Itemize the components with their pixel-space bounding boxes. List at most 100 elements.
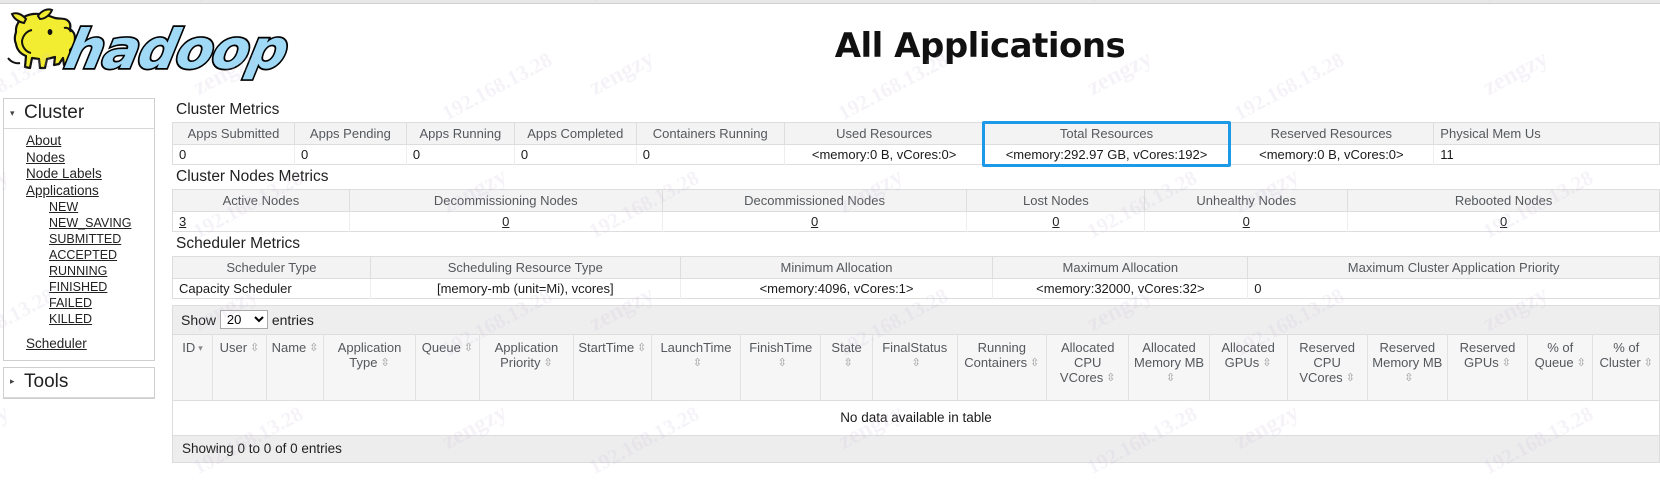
svg-text:hadoop: hadoop (60, 18, 294, 81)
scheduler-metrics-title: Scheduler Metrics (176, 235, 301, 252)
val-rebooted-nodes[interactable]: 0 (1500, 214, 1507, 229)
apps-col-application-type[interactable]: Application Type ⇳ (323, 334, 416, 401)
col-rebooted-nodes: Rebooted Nodes (1347, 189, 1660, 212)
val-lost-nodes-cell: 0 (966, 211, 1146, 232)
col-decommissioned-nodes: Decommissioned Nodes (662, 189, 968, 212)
chevron-right-icon: ▸ (10, 376, 15, 386)
cluster-nodes-header-row: Active Nodes Decommissioning Nodes Decom… (172, 189, 1660, 212)
col-reserved-resources: Reserved Resources (1228, 122, 1435, 145)
sort-both-icon: ⇳ (1501, 357, 1511, 369)
applications-table-header-row: ID ▾ User ⇳ Name ⇳ Application Type ⇳ Queue ⇳ Appl… (172, 334, 1660, 401)
sort-both-icon: ⇳ (1106, 372, 1116, 384)
cluster-metrics-header-row: Apps Submitted Apps Pending Apps Running… (172, 122, 1660, 145)
val-apps-running: 0 (406, 144, 515, 165)
sidebar-item-node-labels[interactable]: Node Labels (4, 166, 154, 183)
sort-both-icon: ⇳ (250, 342, 260, 354)
apps-col-finalstatus[interactable]: FinalStatus⇳ (872, 334, 958, 401)
apps-col-application-priority[interactable]: Application Priority ⇳ (479, 334, 574, 401)
col-decommissioning-nodes: Decommissioning Nodes (349, 189, 663, 212)
hadoop-logo[interactable]: hadoop (4, 6, 296, 90)
apps-col-of-cluster[interactable]: % of Cluster ⇳ (1592, 334, 1660, 401)
sidebar-item-killed[interactable]: KILLED (4, 311, 154, 327)
val-minimum-allocation: <memory:4096, vCores:1> (680, 278, 994, 299)
main-content: Cluster Metrics Apps Submitted Apps Pend… (172, 98, 1660, 463)
cluster-nodes-metrics-title: Cluster Nodes Metrics (176, 168, 329, 185)
val-unhealthy-nodes[interactable]: 0 (1243, 214, 1250, 229)
apps-col-reserved-gpus[interactable]: Reserved GPUs ⇳ (1447, 334, 1529, 401)
sidebar: ▾ Cluster About Nodes Node Labels Applic… (3, 98, 155, 405)
col-physical-mem-used: Physical Mem Us (1433, 122, 1660, 145)
col-max-cluster-app-priority: Maximum Cluster Application Priority (1247, 256, 1660, 279)
sidebar-panel-cluster: ▾ Cluster About Nodes Node Labels Applic… (3, 98, 155, 361)
sort-both-icon: ⇳ (692, 357, 703, 369)
applications-table-empty-row: No data available in table (172, 400, 1660, 436)
apps-col-name[interactable]: Name ⇳ (266, 334, 325, 401)
hadoop-wordmark: hadoop (58, 16, 295, 83)
sidebar-item-running[interactable]: RUNNING (4, 263, 154, 279)
apps-col-allocated-gpus[interactable]: Allocated GPUs ⇳ (1209, 334, 1288, 401)
sidebar-item-accepted[interactable]: ACCEPTED (4, 247, 154, 263)
col-containers-running: Containers Running (636, 122, 785, 145)
apps-table-info: Showing 0 to 0 of 0 entries (172, 436, 1660, 463)
sort-both-icon: ⇳ (1576, 357, 1586, 369)
apps-col-label: % of Cluster ⇳ (1599, 340, 1653, 370)
apps-col-starttime[interactable]: StartTime ⇳ (573, 334, 652, 401)
apps-col-queue[interactable]: Queue ⇳ (415, 334, 480, 401)
scheduler-metrics-table: Scheduler Type Scheduling Resource Type … (172, 256, 1660, 299)
col-total-resources: Total Resources (984, 122, 1230, 145)
sort-desc-icon: ▾ (198, 343, 203, 353)
apps-col-label: State⇳ (831, 340, 862, 369)
sort-both-icon: ⇳ (911, 357, 921, 369)
sidebar-item-about[interactable]: About (4, 133, 154, 150)
val-scheduler-type: Capacity Scheduler (172, 278, 371, 299)
sidebar-item-nodes[interactable]: Nodes (4, 150, 154, 167)
apps-col-label: Application Priority ⇳ (494, 340, 559, 370)
apps-col-allocated-memory-mb[interactable]: Allocated Memory MB⇳ (1128, 334, 1210, 401)
sidebar-header-tools[interactable]: ▸ Tools (4, 367, 154, 398)
length-prefix-label: Show (181, 312, 217, 328)
sidebar-item-failed[interactable]: FAILED (4, 295, 154, 311)
apps-col-id[interactable]: ID ▾ (172, 334, 214, 401)
apps-col-label: Reserved Memory MB⇳ (1372, 340, 1443, 384)
sort-both-icon: ⇳ (309, 342, 319, 354)
val-active-nodes[interactable]: 3 (179, 214, 186, 229)
apps-col-launchtime[interactable]: LaunchTime⇳ (651, 334, 742, 401)
apps-col-label: LaunchTime⇳ (660, 340, 732, 369)
apps-col-allocated-cpu-vcores[interactable]: Allocated CPU VCores ⇳ (1046, 334, 1130, 401)
sort-both-icon: ⇳ (380, 357, 390, 369)
col-apps-running: Apps Running (406, 122, 515, 145)
apps-col-running-containers[interactable]: Running Containers ⇳ (957, 334, 1047, 401)
sort-both-icon: ⇳ (637, 342, 647, 354)
sort-both-icon: ⇳ (1404, 372, 1414, 384)
cluster-nodes-value-row: 3 0 0 0 0 0 (172, 211, 1660, 232)
sidebar-item-submitted[interactable]: SUBMITTED (4, 231, 154, 247)
sidebar-header-cluster[interactable]: ▾ Cluster (4, 99, 154, 129)
apps-col-label: Reserved GPUs ⇳ (1459, 340, 1516, 370)
apps-col-state[interactable]: State⇳ (820, 334, 873, 401)
val-total-resources: <memory:292.97 GB, vCores:192> (984, 144, 1230, 165)
val-reserved-resources: <memory:0 B, vCores:0> (1228, 144, 1435, 165)
apps-col-user[interactable]: User ⇳ (212, 334, 267, 401)
sidebar-item-scheduler[interactable]: Scheduler (4, 336, 154, 353)
val-lost-nodes[interactable]: 0 (1052, 214, 1059, 229)
apps-col-finishtime[interactable]: FinishTime⇳ (740, 334, 822, 401)
apps-col-of-queue[interactable]: % of Queue ⇳ (1527, 334, 1594, 401)
apps-col-reserved-memory-mb[interactable]: Reserved Memory MB⇳ (1367, 334, 1448, 401)
sidebar-item-new-saving[interactable]: NEW_SAVING (4, 215, 154, 231)
val-decommissioned-nodes[interactable]: 0 (811, 214, 818, 229)
val-max-cluster-app-priority: 0 (1247, 278, 1660, 299)
sort-both-icon: ⇳ (1643, 357, 1653, 369)
col-maximum-allocation: Maximum Allocation (992, 256, 1249, 279)
entries-per-page-select[interactable]: 20406080100 (219, 310, 268, 329)
apps-col-reserved-cpu-vcores[interactable]: Reserved CPU VCores ⇳ (1287, 334, 1368, 401)
val-decommissioning-nodes-cell: 0 (349, 211, 663, 232)
col-used-resources: Used Resources (784, 122, 985, 145)
sidebar-item-new[interactable]: NEW (4, 199, 154, 215)
sort-both-icon: ⇳ (1262, 357, 1272, 369)
val-decommissioning-nodes[interactable]: 0 (502, 214, 509, 229)
sidebar-item-finished[interactable]: FINISHED (4, 279, 154, 295)
val-scheduling-resource-type: [memory-mb (unit=Mi), vcores] (370, 278, 681, 299)
length-suffix-label: entries (271, 312, 314, 328)
sidebar-item-applications[interactable]: Applications (4, 183, 154, 200)
